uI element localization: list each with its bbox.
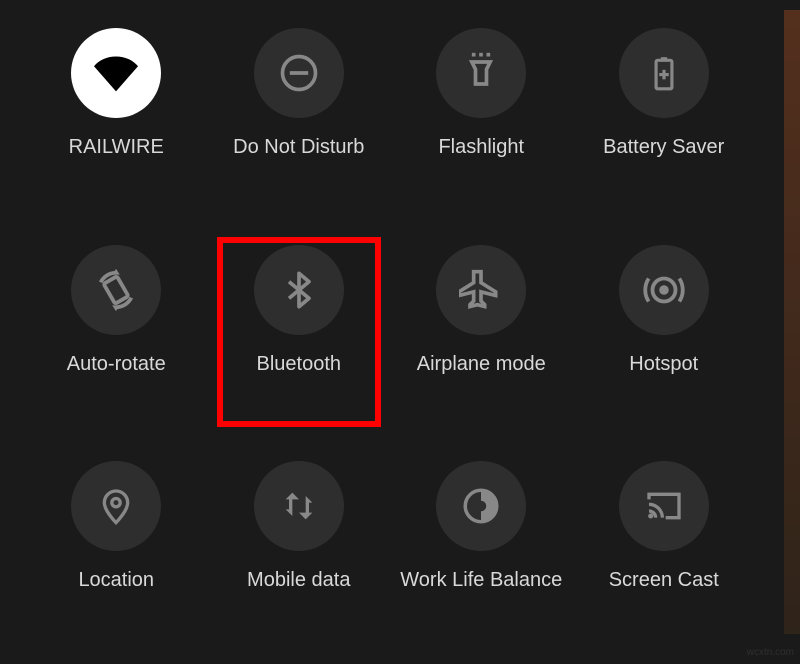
tile-label: Battery Saver [603,136,724,159]
tile-label: Flashlight [438,136,524,159]
tile-auto-rotate[interactable]: Auto-rotate [30,237,203,376]
watermark: wcxtn.com [747,647,794,658]
cast-icon [619,461,709,551]
tile-label: Hotspot [629,353,698,376]
tile-label: Bluetooth [256,353,341,376]
background-edge [784,10,800,634]
tile-label: Location [78,569,154,592]
tiles-grid: RAILWIRE Do Not Disturb Flashlight Batte… [30,20,750,620]
tile-label: Mobile data [247,569,350,592]
tile-location[interactable]: Location [30,453,203,592]
tile-wifi[interactable]: RAILWIRE [30,20,203,159]
tile-label: Airplane mode [417,353,546,376]
rotate-icon [71,245,161,335]
tile-bluetooth[interactable]: Bluetooth [213,237,386,376]
flashlight-icon [436,28,526,118]
tile-screen-cast[interactable]: Screen Cast [578,453,751,592]
tile-airplane-mode[interactable]: Airplane mode [395,237,568,376]
worklife-icon [436,461,526,551]
hotspot-icon [619,245,709,335]
airplane-icon [436,245,526,335]
quick-settings-panel: RAILWIRE Do Not Disturb Flashlight Batte… [0,0,780,640]
tile-label: Do Not Disturb [233,136,364,159]
tile-hotspot[interactable]: Hotspot [578,237,751,376]
tile-label: Screen Cast [609,569,719,592]
tile-work-life-balance[interactable]: Work Life Balance [395,453,568,592]
wifi-icon [71,28,161,118]
tile-label: Work Life Balance [400,569,562,592]
tile-battery-saver[interactable]: Battery Saver [578,20,751,159]
battery-icon [619,28,709,118]
mobiledata-icon [254,461,344,551]
dnd-icon [254,28,344,118]
location-icon [71,461,161,551]
tile-mobile-data[interactable]: Mobile data [213,453,386,592]
tile-label: RAILWIRE [69,136,164,159]
bluetooth-icon [254,245,344,335]
tile-flashlight[interactable]: Flashlight [395,20,568,159]
tile-label: Auto-rotate [67,353,166,376]
tile-dnd[interactable]: Do Not Disturb [213,20,386,159]
